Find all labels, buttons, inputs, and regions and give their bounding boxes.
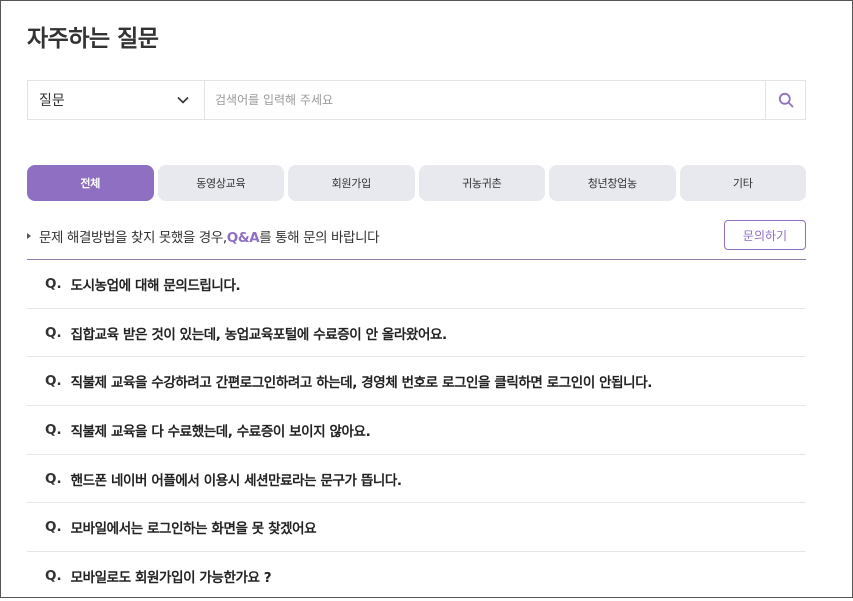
question-text: 직불제 교육을 다 수료했는데, 수료증이 보이지 않아요. xyxy=(70,423,371,440)
faq-item[interactable]: Q. 직불제 교육을 다 수료했는데, 수료증이 보이지 않아요. xyxy=(27,406,806,455)
tab-5[interactable]: 기타 xyxy=(679,165,806,201)
notice-text: 문제 해결방법을 찾지 못했을 경우,Q&A를 통해 문의 바랍니다 xyxy=(39,226,380,246)
question-marker: Q. xyxy=(45,519,62,536)
page-frame: 자주하는 질문 질문 전체동영상교육회원가입귀농귀촌청년창업농기타 문제 해결방… xyxy=(0,0,853,598)
faq-item[interactable]: Q. 도시농업에 대해 문의드립니다. xyxy=(27,260,806,309)
chevron-down-icon xyxy=(177,96,189,104)
question-marker: Q. xyxy=(45,421,62,438)
faq-item[interactable]: Q. 모바일로도 회원가입이 가능한가요 ? xyxy=(27,552,806,601)
notice-prefix: 문제 해결방법을 찾지 못했을 경우, xyxy=(39,230,227,246)
faq-item[interactable]: Q. 핸드폰 네이버 어플에서 이용시 세션만료라는 문구가 뜹니다. xyxy=(27,455,806,504)
inquiry-button[interactable]: 문의하기 xyxy=(724,220,806,250)
question-text: 모바일에서는 로그인하는 화면을 못 찾겠어요 xyxy=(70,521,317,538)
question-marker: Q. xyxy=(45,373,62,390)
faq-item[interactable]: Q. 모바일에서는 로그인하는 화면을 못 찾겠어요 xyxy=(27,503,806,553)
search-icon xyxy=(778,92,793,108)
question-text: 도시농업에 대해 문의드립니다. xyxy=(70,277,241,294)
notice-suffix: 를 통해 문의 바랍니다 xyxy=(259,230,380,246)
faq-item[interactable]: Q. 직불제 교육을 수강하려고 간편로그인하려고 하는데, 경영체 번호로 로그… xyxy=(27,357,806,407)
tab-4[interactable]: 청년창업농 xyxy=(549,165,676,201)
question-text: 핸드폰 네이버 어플에서 이용시 세션만료라는 문구가 뜹니다. xyxy=(70,472,402,489)
tab-2[interactable]: 회원가입 xyxy=(288,165,415,201)
search-category-value: 질문 xyxy=(39,93,65,109)
question-marker: Q. xyxy=(45,568,62,585)
faq-item[interactable]: Q. 집합교육 받은 것이 있는데, 농업교육포털에 수료증이 안 올라왔어요. xyxy=(27,309,806,358)
question-text: 집합교육 받은 것이 있는데, 농업교육포털에 수료증이 안 올라왔어요. xyxy=(70,326,448,343)
question-marker: Q. xyxy=(45,324,62,341)
question-marker: Q. xyxy=(45,470,62,487)
qa-link[interactable]: Q&A xyxy=(227,230,260,246)
faq-list: Q. 도시농업에 대해 문의드립니다. Q. 집합교육 받은 것이 있는데, 농업교육… xyxy=(27,260,806,601)
search-button[interactable] xyxy=(765,81,805,119)
search-category-select[interactable]: 질문 xyxy=(28,81,205,119)
category-tabs: 전체 동영상교육 회원가입 귀농귀촌 청년창업농 기타 xyxy=(27,165,806,201)
question-text: 직불제 교육을 수강하려고 간편로그인하려고 하는데, 경영체 번호로 로그인을… xyxy=(70,375,653,392)
question-marker: Q. xyxy=(45,275,62,292)
tab-3[interactable]: 귀농귀촌 xyxy=(418,165,545,201)
question-text: 모바일로도 회원가입이 가능한가요 ? xyxy=(70,570,272,587)
tab-0[interactable]: 전체 xyxy=(27,165,154,201)
triangle-right-icon xyxy=(27,233,31,239)
notice-line: 문제 해결방법을 찾지 못했을 경우,Q&A를 통해 문의 바랍니다 문의하기 xyxy=(27,220,806,250)
search-input[interactable] xyxy=(205,81,765,119)
tab-1[interactable]: 동영상교육 xyxy=(157,165,284,201)
page-title: 자주하는 질문 xyxy=(27,26,159,52)
search-bar: 질문 xyxy=(27,80,806,120)
